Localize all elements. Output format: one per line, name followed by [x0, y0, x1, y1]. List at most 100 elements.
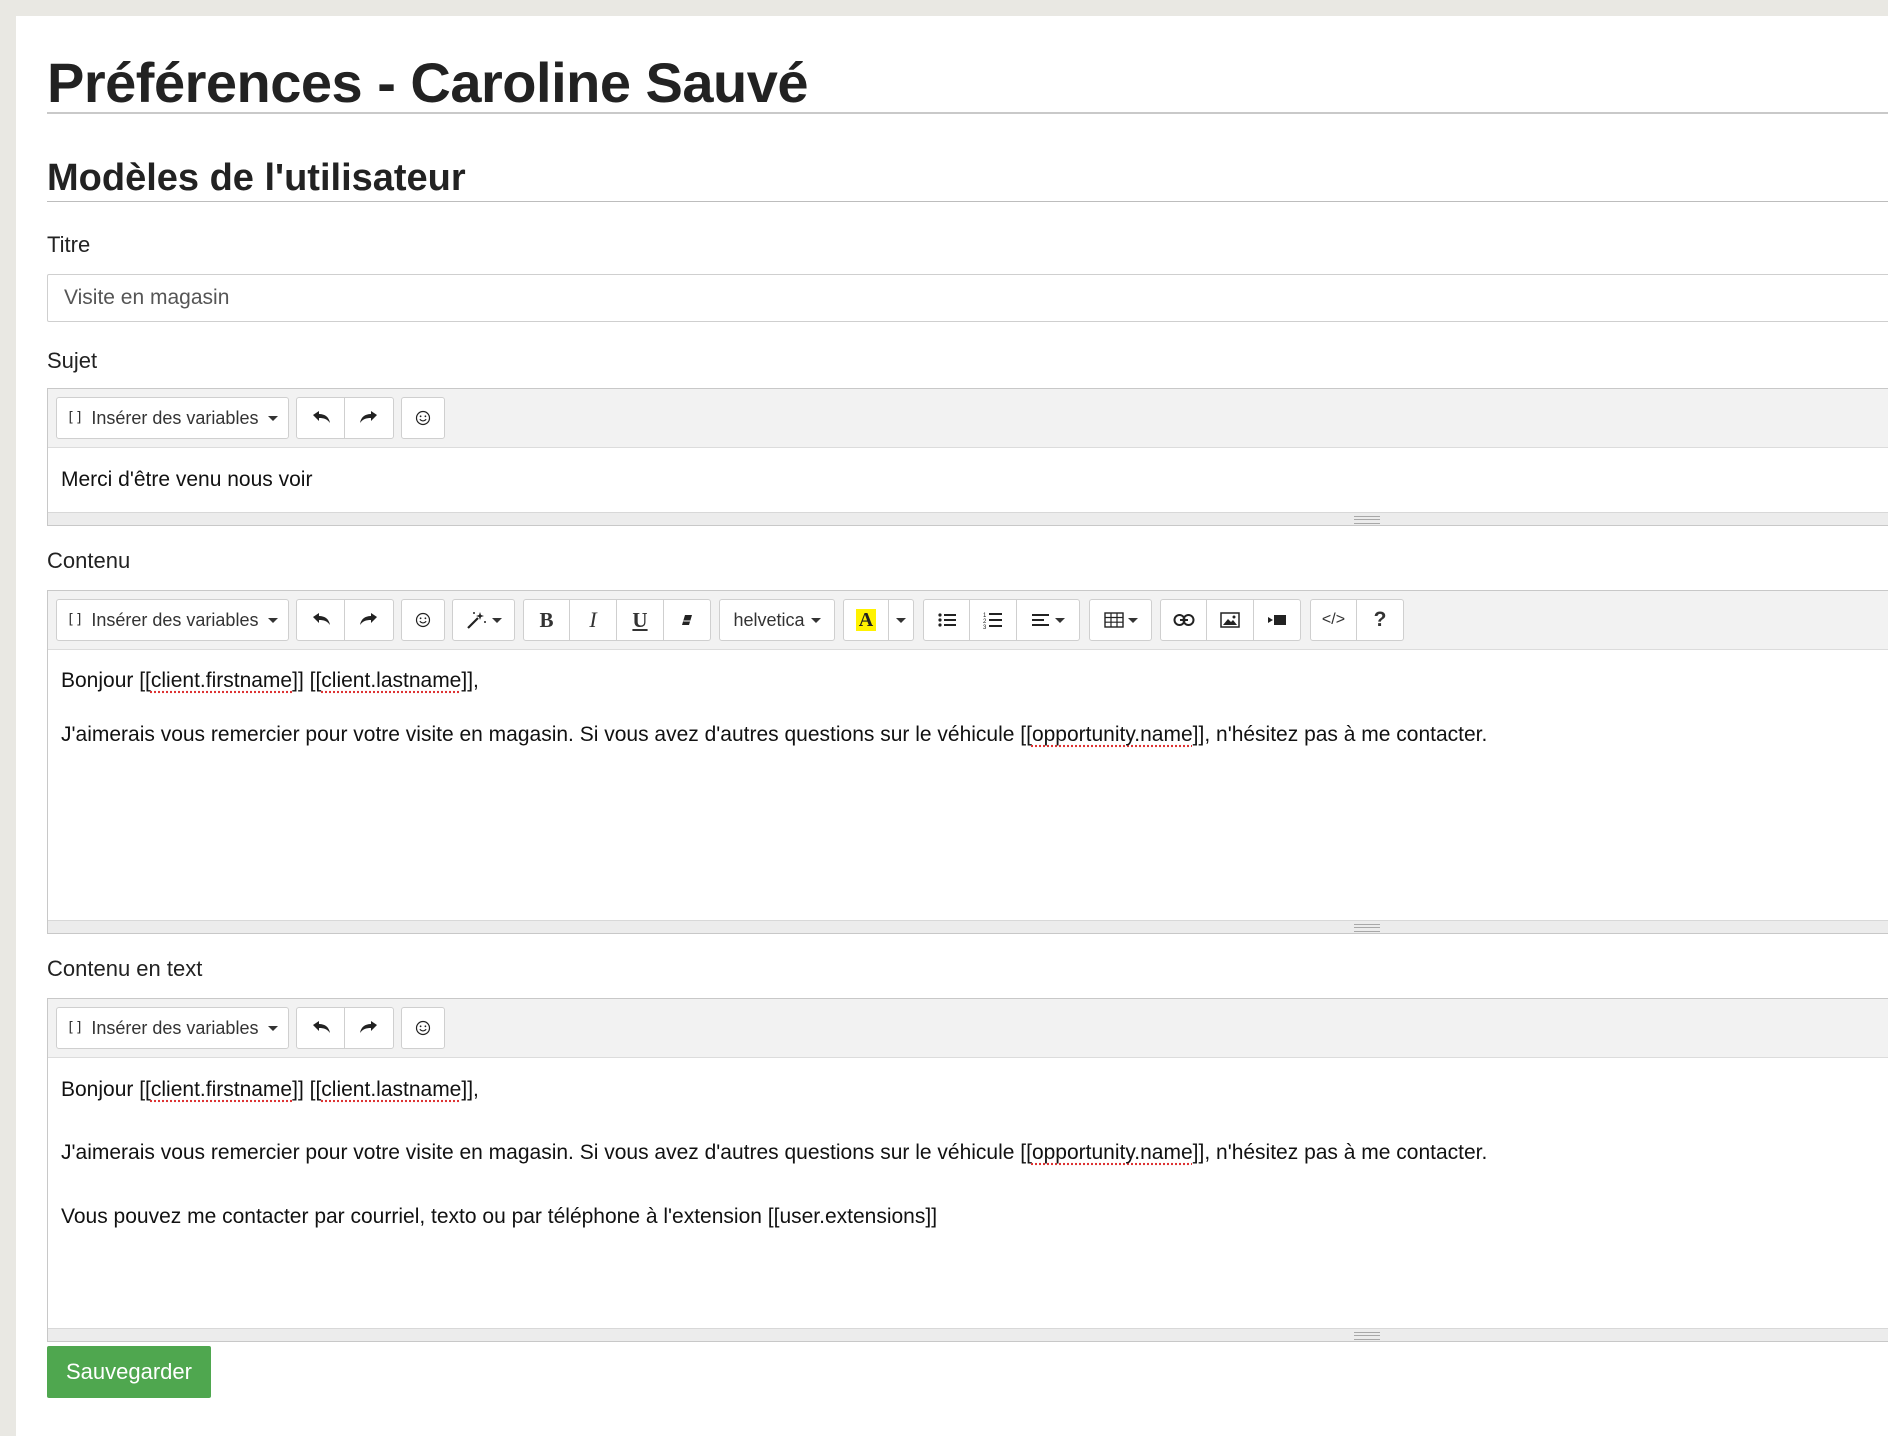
sujet-resize-bar[interactable]: [48, 512, 1888, 525]
chevron-down-icon: [1128, 618, 1138, 623]
text-color-button[interactable]: A: [843, 599, 889, 641]
undo-icon: [310, 1020, 332, 1036]
chevron-down-icon: [896, 618, 906, 623]
underline-button[interactable]: U: [617, 599, 664, 641]
contenu-line-1: Bonjour [[client.firstname]] [[client.la…: [61, 667, 1876, 694]
align-left-icon: [1032, 613, 1050, 627]
contenu-text-line-2: J'aimerais vous remercier pour votre vis…: [61, 1139, 1876, 1166]
font-name-label: helvetica: [733, 610, 804, 631]
redo-button[interactable]: [345, 397, 394, 439]
contenu-text-edit-area[interactable]: Bonjour [[client.firstname]] [[client.la…: [48, 1058, 1888, 1248]
text-segment: ]], n'hésitez pas à me contacter.: [1193, 723, 1488, 746]
table-icon: [1104, 612, 1124, 628]
variable-token: client.lastname: [321, 1078, 461, 1101]
undo-icon: [310, 612, 332, 628]
chevron-down-icon: [268, 618, 278, 623]
help-button[interactable]: ?: [1357, 599, 1404, 641]
insert-variables-label: Insérer des variables: [91, 408, 258, 429]
video-button[interactable]: [1254, 599, 1301, 641]
image-icon: [1220, 612, 1240, 628]
resize-grip-icon: [1354, 1332, 1380, 1340]
titre-label: Titre: [47, 232, 90, 258]
chevron-down-icon: [268, 1026, 278, 1031]
emoji-button[interactable]: [401, 1007, 445, 1049]
text-segment: J'aimerais vous remercier pour votre vis…: [61, 723, 1032, 746]
resize-grip-icon: [1354, 924, 1380, 932]
help-icon: ?: [1374, 608, 1387, 632]
page-title: Préférences - Caroline Sauvé: [47, 52, 808, 114]
text-segment: ]],: [461, 1078, 479, 1101]
emoji-icon: [415, 1020, 431, 1036]
redo-button[interactable]: [345, 599, 394, 641]
text-color-dropdown[interactable]: [889, 599, 914, 641]
unordered-list-button[interactable]: [923, 599, 970, 641]
contenu-text-editor: [] Insérer des variables Bonjour [[clien…: [47, 998, 1888, 1342]
contenu-text-line-1: Bonjour [[client.firstname]] [[client.la…: [61, 1076, 1876, 1103]
save-button[interactable]: Sauvegarder: [47, 1346, 211, 1398]
contenu-text-resize-bar[interactable]: [48, 1328, 1888, 1341]
insert-variables-button[interactable]: [] Insérer des variables: [56, 599, 289, 641]
image-button[interactable]: [1207, 599, 1254, 641]
ordered-list-button[interactable]: 123: [970, 599, 1017, 641]
brackets-icon: []: [67, 1020, 84, 1036]
font-name-dropdown[interactable]: helvetica: [719, 599, 835, 641]
italic-button[interactable]: I: [570, 599, 617, 641]
style-magic-button[interactable]: [452, 599, 515, 641]
chevron-down-icon: [492, 618, 502, 623]
bullet-list-icon: [937, 612, 957, 628]
variable-token: client.firstname: [151, 1078, 292, 1101]
contenu-text-toolbar: [] Insérer des variables: [48, 999, 1888, 1058]
text-segment: ]], n'hésitez pas à me contacter.: [1193, 1141, 1488, 1164]
undo-button[interactable]: [296, 397, 345, 439]
contenu-resize-bar[interactable]: [48, 920, 1888, 933]
bold-icon: B: [539, 608, 553, 633]
redo-icon: [358, 1020, 380, 1036]
emoji-icon: [415, 612, 431, 628]
undo-button[interactable]: [296, 1007, 345, 1049]
text-segment: Bonjour [[: [61, 1078, 151, 1101]
text-color-icon: A: [856, 609, 876, 631]
insert-variables-label: Insérer des variables: [91, 1018, 258, 1039]
redo-button[interactable]: [345, 1007, 394, 1049]
underline-icon: U: [632, 608, 647, 633]
code-view-button[interactable]: </>: [1310, 599, 1357, 641]
insert-variables-button[interactable]: [] Insérer des variables: [56, 1007, 289, 1049]
insert-variables-button[interactable]: [] Insérer des variables: [56, 397, 289, 439]
undo-icon: [310, 410, 332, 426]
clear-format-button[interactable]: [664, 599, 711, 641]
contenu-label: Contenu: [47, 548, 130, 574]
sujet-edit-area[interactable]: Merci d'être venu nous voir: [48, 448, 1888, 511]
sujet-editor: [] Insérer des variables Merci d'être ve…: [47, 388, 1888, 526]
emoji-button[interactable]: [401, 599, 445, 641]
page-panel: Préférences - Caroline Sauvé Modèles de …: [16, 16, 1888, 1436]
contenu-text-line-3: Vous pouvez me contacter par courriel, t…: [61, 1203, 1876, 1230]
title-divider: [47, 112, 1888, 114]
variable-token: client.firstname: [151, 669, 292, 692]
sujet-text: Merci d'être venu nous voir: [61, 466, 1876, 493]
contenu-editor: [] Insérer des variables B I U helvetica…: [47, 590, 1888, 934]
redo-icon: [358, 612, 380, 628]
link-icon: [1173, 613, 1195, 627]
eraser-icon: [679, 612, 695, 628]
brackets-icon: []: [67, 410, 84, 426]
svg-text:3: 3: [983, 625, 987, 629]
emoji-button[interactable]: [401, 397, 445, 439]
text-segment: ]] [[: [292, 669, 321, 692]
chevron-down-icon: [268, 416, 278, 421]
contenu-line-2: J'aimerais vous remercier pour votre vis…: [61, 721, 1876, 748]
variable-token: opportunity.name: [1032, 723, 1193, 746]
text-segment: Bonjour [[: [61, 669, 151, 692]
section-title: Modèles de l'utilisateur: [47, 156, 466, 202]
titre-input[interactable]: Visite en magasin: [47, 274, 1888, 322]
emoji-icon: [415, 410, 431, 426]
contenu-edit-area[interactable]: Bonjour [[client.firstname]] [[client.la…: [48, 650, 1888, 767]
bold-button[interactable]: B: [523, 599, 570, 641]
undo-button[interactable]: [296, 599, 345, 641]
italic-icon: I: [589, 607, 596, 633]
paragraph-align-button[interactable]: [1017, 599, 1080, 641]
resize-grip-icon: [1354, 516, 1380, 524]
link-button[interactable]: [1160, 599, 1207, 641]
text-segment: ]] [[: [292, 1078, 321, 1101]
numbered-list-icon: 123: [983, 611, 1003, 629]
table-button[interactable]: [1089, 599, 1152, 641]
